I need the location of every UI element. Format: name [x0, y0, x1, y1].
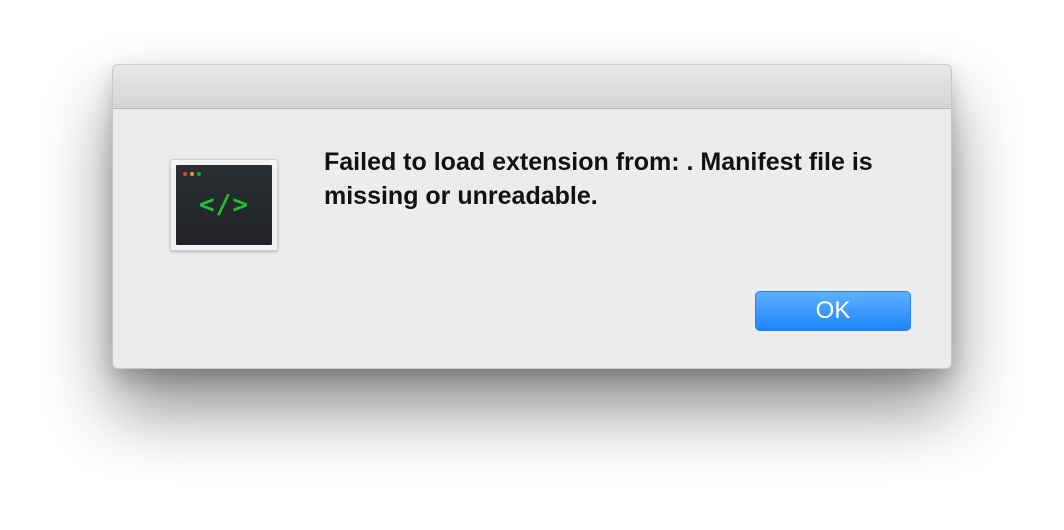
minimize-dot-icon — [190, 172, 194, 176]
terminal-code-icon: </> — [170, 159, 278, 251]
dialog-titlebar[interactable] — [113, 65, 951, 109]
alert-dialog: </> Failed to load extension from: . Man… — [112, 64, 952, 369]
error-message: Failed to load extension from: . Manifes… — [324, 148, 873, 210]
screen: </> Failed to load extension from: . Man… — [0, 0, 1064, 530]
terminal-window: </> — [176, 165, 272, 245]
ok-button[interactable]: OK — [755, 291, 911, 331]
zoom-dot-icon — [197, 172, 201, 176]
code-brackets-icon: </> — [199, 190, 249, 220]
close-dot-icon — [183, 172, 187, 176]
